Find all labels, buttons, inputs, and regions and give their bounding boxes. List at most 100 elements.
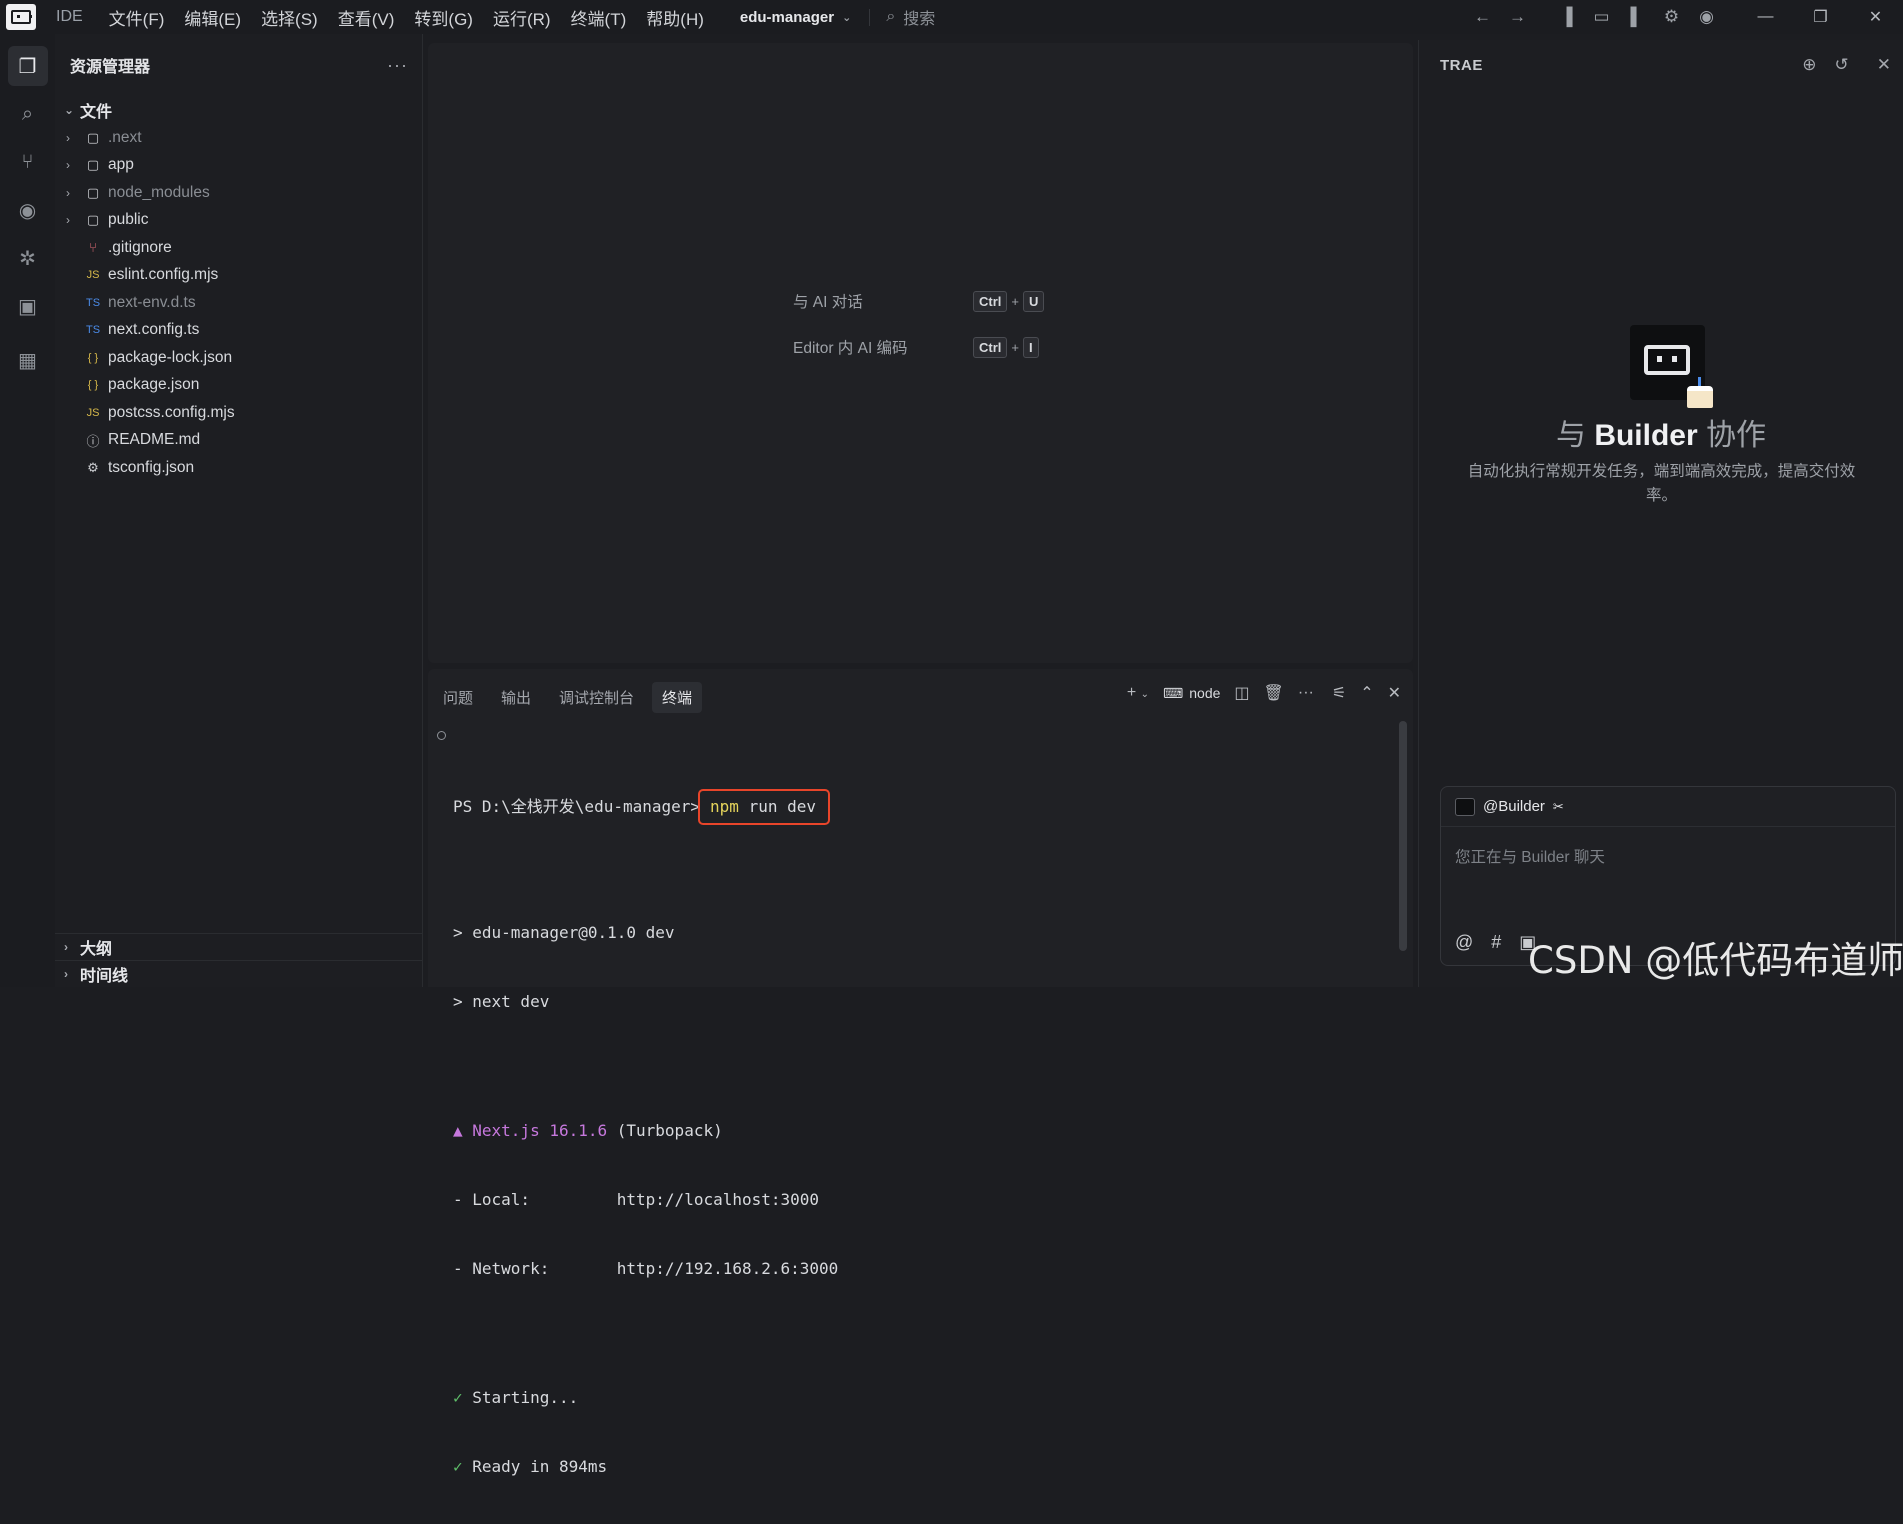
extensions-icon[interactable]: ▦ [0, 336, 55, 384]
file-item[interactable]: JS postcss.config.mjs [55, 399, 422, 427]
menu-file[interactable]: 文件(F) [109, 5, 165, 30]
menu-go[interactable]: 转到(G) [414, 5, 473, 30]
chevron-right-icon: › [66, 158, 70, 173]
turbopack-label: (Turbopack) [607, 1121, 723, 1140]
remote-monitor-icon[interactable]: ▣ [0, 282, 55, 330]
more-icon[interactable]: ··· [1298, 684, 1314, 702]
folder-file-icon: ▢ [86, 157, 100, 173]
menu-selection[interactable]: 选择(S) [261, 5, 318, 30]
close-panel-icon[interactable]: ✕ [1877, 55, 1891, 75]
check-icon: ✓ [453, 1457, 463, 1476]
file-item[interactable]: { } package.json [55, 372, 422, 400]
close-window-button[interactable]: ✕ [1848, 7, 1903, 27]
builder-avatar [1630, 325, 1713, 408]
key-u: U [1022, 290, 1045, 312]
new-chat-icon[interactable]: ⊕ [1802, 55, 1816, 75]
json-file-icon: { } [87, 351, 99, 364]
chevron-down-icon: ⌄ [64, 103, 75, 117]
menu-edit[interactable]: 编辑(E) [184, 5, 241, 30]
folder-item[interactable]: › ▢ public [55, 207, 422, 235]
history-icon[interactable]: ↺ [1835, 55, 1849, 75]
file-item[interactable]: { } package-lock.json [55, 344, 422, 372]
builder-description: 自动化执行常规开发任务，端到端高效完成，提高交付效率。 [1467, 463, 1856, 504]
command-args: run dev [738, 797, 816, 816]
outline-section-header[interactable]: › 大纲 [55, 933, 422, 960]
hash-context-icon[interactable]: # [1491, 932, 1501, 953]
menu-run[interactable]: 运行(R) [493, 5, 551, 30]
cake-icon [1687, 377, 1713, 408]
mention-at-icon[interactable]: @ [1455, 932, 1473, 953]
more-actions-icon[interactable]: ··· [387, 55, 408, 76]
new-terminal-plus-icon[interactable]: + ⌄ [1127, 684, 1149, 702]
title-bar: IDE 文件(F) 编辑(E) 选择(S) 查看(V) 转到(G) 运行(R) … [0, 0, 1903, 34]
chat-placeholder[interactable]: 您正在与 Builder 聊天 [1441, 827, 1895, 885]
timeline-section-header[interactable]: › 时间线 [55, 960, 422, 987]
terminal-icon: ⌨ [1163, 684, 1184, 701]
terminal-shell-selector[interactable]: ⌨ node [1163, 685, 1220, 702]
tab-terminal[interactable]: 终端 [652, 681, 703, 713]
ts-file-icon: TS [85, 296, 101, 309]
back-arrow-icon[interactable]: ← [1465, 7, 1500, 27]
item-name: eslint.config.mjs [108, 266, 219, 284]
folder-item[interactable]: › ▢ .next [55, 124, 422, 152]
preview-eye-icon[interactable]: ◉ [0, 186, 55, 234]
editor-area[interactable]: 与 AI 对话 Ctrl + U Editor 内 AI 编码 Ctrl + I [428, 43, 1413, 663]
toggle-bottom-panel-icon[interactable]: ▭ [1584, 7, 1619, 27]
file-item[interactable]: ⚙ tsconfig.json [55, 454, 422, 482]
folder-item[interactable]: › ▢ node_modules [55, 179, 422, 207]
terminal-status-dot [437, 731, 446, 740]
menu-terminal[interactable]: 终端(T) [571, 5, 627, 30]
menu-view[interactable]: 查看(V) [338, 5, 395, 30]
explorer-icon[interactable]: ❐ [0, 42, 55, 90]
activity-bar: ❐ ⌕ ⑂ ◉ ✲ ▣ ▦ [0, 34, 55, 987]
item-name: .gitignore [108, 238, 172, 256]
source-control-icon[interactable]: ⑂ [0, 138, 55, 186]
folder-item[interactable]: › ▢ app [55, 152, 422, 180]
terminal-output[interactable]: PS D:\全栈开发\edu-manager> npm run dev > edu… [428, 723, 1413, 1524]
search-placeholder: 搜索 [903, 11, 936, 28]
minimize-button[interactable]: — [1738, 8, 1793, 26]
search-files-icon[interactable]: ⌕ [0, 90, 55, 138]
file-item[interactable]: JS eslint.config.mjs [55, 262, 422, 290]
tab-debug-console[interactable]: 调试控制台 [559, 682, 634, 713]
shortcut-label: Editor 内 AI 编码 [793, 340, 908, 357]
item-name: README.md [108, 431, 201, 449]
menu-help[interactable]: 帮助(H) [646, 5, 704, 30]
key-ctrl: Ctrl [973, 290, 1008, 312]
item-name: next.config.ts [108, 321, 200, 339]
file-item[interactable]: TS next.config.ts [55, 317, 422, 345]
trash-icon[interactable]: 🗑 [1264, 683, 1284, 703]
terminal-line: > edu-manager@0.1.0 dev [453, 923, 675, 942]
toggle-right-panel-icon[interactable]: ▌ [1619, 7, 1654, 27]
timeline-label: 时间线 [80, 968, 129, 985]
maximize-panel-icon[interactable]: ⌃ [1360, 683, 1373, 703]
git-file-icon: ⑂ [89, 240, 97, 256]
builder-heading: 与 Builder 协作 [1555, 419, 1767, 452]
debug-bug-icon[interactable]: ✲ [0, 234, 55, 282]
json-file-icon: { } [87, 379, 99, 392]
js-file-icon: JS [86, 406, 100, 419]
restore-button[interactable]: ❐ [1793, 7, 1848, 27]
search-icon: ⌕ [886, 8, 896, 25]
plus-sign: + [1011, 293, 1019, 309]
close-panel-icon[interactable]: ✕ [1388, 683, 1401, 703]
search-input[interactable]: ⌕ 搜索 [886, 5, 935, 29]
terminal-settings-icon[interactable]: ⚟ [1332, 683, 1346, 703]
project-switcher[interactable]: edu-manager ⌄ [740, 8, 871, 26]
terminal-panel: 问题 输出 调试控制台 终端 + ⌄ ⌨ node ◫ 🗑 ··· ⚟ ⌃ ✕ … [428, 669, 1413, 1476]
terminal-scrollbar[interactable] [1399, 721, 1407, 951]
file-item[interactable]: ⓘ README.md [55, 427, 422, 455]
file-item[interactable]: TS next-env.d.ts [55, 289, 422, 317]
tab-problems[interactable]: 问题 [443, 682, 473, 713]
split-terminal-icon[interactable]: ◫ [1234, 683, 1249, 703]
settings-gear-icon[interactable]: ⚙ [1654, 7, 1689, 27]
file-item[interactable]: ⑂ .gitignore [55, 234, 422, 262]
chat-agent-label[interactable]: @Builder [1483, 798, 1545, 815]
toggle-left-panel-icon[interactable]: ▐ [1549, 7, 1584, 27]
forward-arrow-icon[interactable]: → [1500, 7, 1535, 27]
tools-icon[interactable]: ✂ [1553, 799, 1564, 815]
files-section-header[interactable]: ⌄ 文件 [55, 96, 422, 124]
watermark: CSDN @低代码布道师 [1528, 939, 1903, 982]
tab-output[interactable]: 输出 [501, 682, 531, 713]
account-icon[interactable]: ◉ [1689, 7, 1724, 27]
